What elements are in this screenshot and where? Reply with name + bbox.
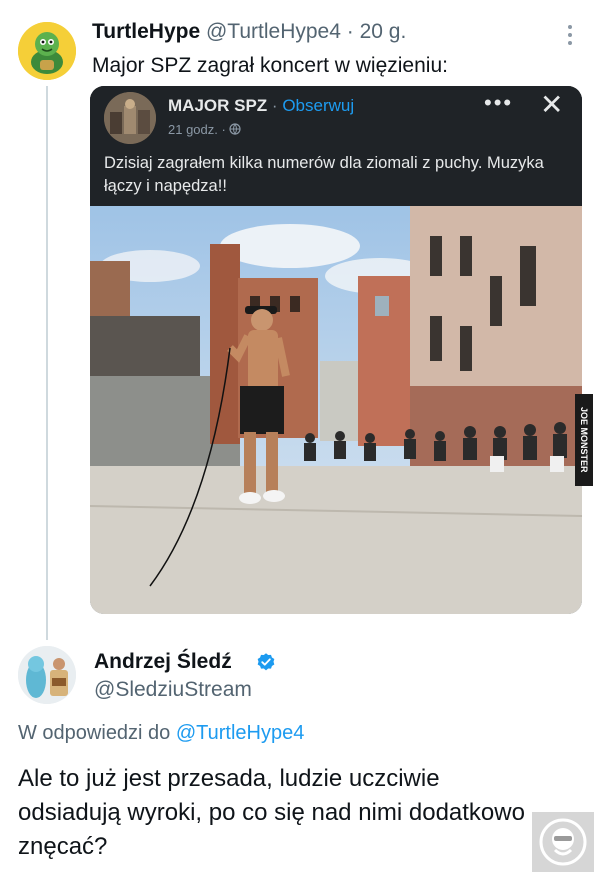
globe-icon — [229, 123, 242, 135]
separator-dot: · — [271, 96, 278, 115]
separator-dot: · — [346, 20, 354, 43]
verified-badge-icon — [257, 653, 275, 671]
more-vertical-icon[interactable] — [562, 22, 578, 48]
reply-author-handle[interactable]: @SledziuStream — [94, 678, 252, 702]
follow-button[interactable]: Obserwuj — [282, 96, 354, 115]
embedded-time-row: 21 godz. · — [168, 122, 242, 137]
tweet-date[interactable]: 20 g. — [360, 20, 407, 43]
separator-dot: · — [221, 122, 226, 137]
embedded-time: 21 godz. — [168, 122, 218, 137]
tweet-header: TurtleHype @TurtleHype4 · 20 g. — [92, 20, 406, 44]
embedded-post-text: Dzisiaj zagrałem kilka numerów dla zioma… — [104, 154, 544, 195]
reply-tweet: Andrzej Śledź @SledziuStream W odpowiedz… — [0, 640, 600, 876]
embedded-post-screenshot[interactable]: MAJOR SPZ · Obserwuj 21 godz. · ••• ✕ Dz… — [90, 86, 582, 614]
reply-prefix: W odpowiedzi do — [18, 722, 171, 744]
thread-line — [46, 86, 48, 640]
major-spz-avatar — [104, 92, 156, 144]
mascot-avatar-icon — [18, 646, 76, 704]
original-tweet: TurtleHype @TurtleHype4 · 20 g. Major SP… — [0, 0, 600, 640]
sledziu-avatar[interactable] — [18, 646, 76, 704]
embedded-author-name[interactable]: MAJOR SPZ — [168, 96, 267, 115]
turtlehype-avatar[interactable] — [18, 22, 76, 80]
embedded-post-header: MAJOR SPZ · Obserwuj 21 godz. · ••• ✕ Dz… — [90, 86, 582, 206]
reply-context: W odpowiedzi do @TurtleHype4 — [18, 722, 304, 745]
more-horizontal-icon[interactable]: ••• — [484, 90, 513, 116]
turtle-avatar-icon — [18, 22, 76, 80]
joe-monster-logo — [532, 812, 594, 872]
close-icon[interactable]: ✕ — [540, 88, 563, 121]
reply-author-name[interactable]: Andrzej Śledź — [94, 650, 232, 674]
author-name[interactable]: TurtleHype — [92, 20, 200, 43]
tweet-text: Major SPZ zagrał koncert w więzieniu: — [92, 54, 448, 77]
reply-mention-link[interactable]: @TurtleHype4 — [176, 722, 305, 744]
embedded-author-row: MAJOR SPZ · Obserwuj — [168, 96, 354, 116]
reply-text: Ale to już jest przesada, ludzie uczciwi… — [18, 765, 525, 860]
concert-photo[interactable] — [90, 206, 582, 614]
author-handle[interactable]: @TurtleHype4 — [206, 20, 341, 43]
joe-monster-watermark: JOE MONSTER — [575, 394, 593, 486]
